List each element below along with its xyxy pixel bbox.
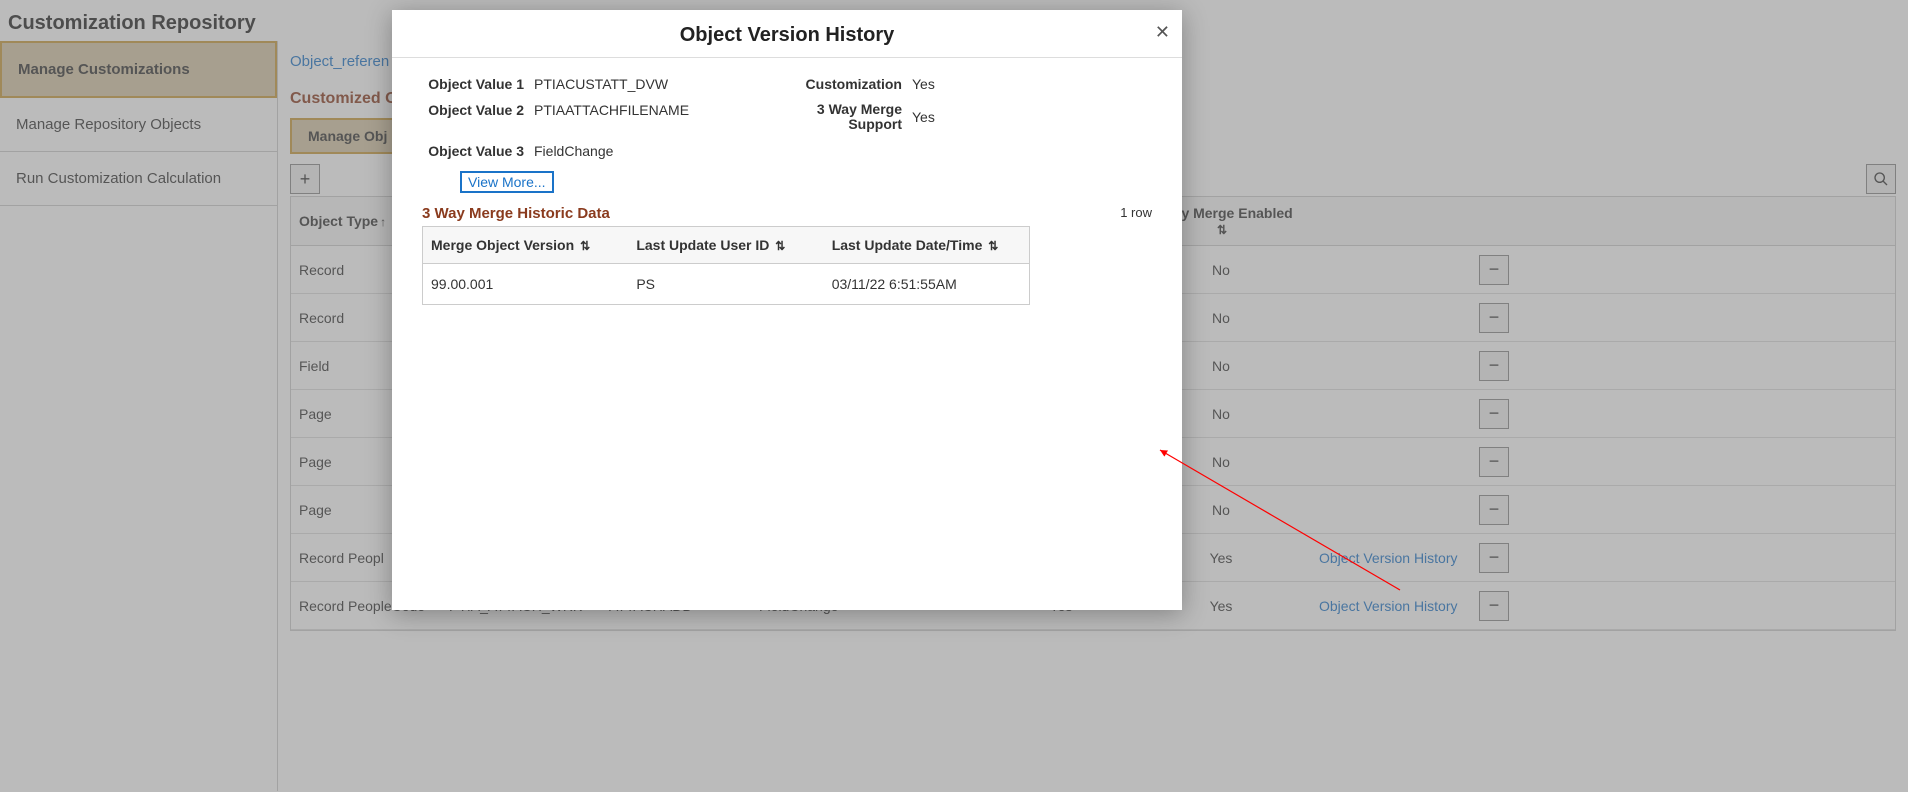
modal-close-button[interactable]: ✕	[1155, 22, 1170, 43]
merge-title-text: 3 Way Merge Historic Data	[422, 205, 610, 222]
object-value-2: PTIAATTACHFILENAME	[534, 102, 792, 133]
object-value-1-label: Object Value 1	[422, 76, 534, 92]
customization-value: Yes	[912, 76, 1152, 92]
merge-historic-title: 3 Way Merge Historic Data 1 row	[422, 205, 1152, 222]
header-label: Merge Object Version	[431, 237, 574, 253]
object-value-3-label: Object Value 3	[422, 143, 534, 159]
merge-row-count: 1 row	[1120, 205, 1152, 220]
merge-support-label: 3 Way Merge Support	[792, 102, 912, 133]
object-value-1: PTIACUSTATT_DVW	[534, 76, 792, 92]
view-more-link[interactable]: View More...	[460, 171, 554, 193]
cell-merge-datetime: 03/11/22 6:51:55AM	[824, 264, 1029, 304]
close-icon: ✕	[1155, 22, 1170, 42]
header-label: Last Update Date/Time	[832, 237, 983, 253]
sort-icon: ⇅	[775, 239, 785, 253]
modal-title: Object Version History	[680, 24, 895, 46]
merge-support-value: Yes	[912, 109, 1152, 125]
customization-label: Customization	[792, 76, 912, 92]
sort-icon: ⇅	[580, 239, 590, 253]
col-last-update-datetime[interactable]: Last Update Date/Time ⇅	[824, 227, 1029, 263]
col-last-update-user[interactable]: Last Update User ID ⇅	[628, 227, 823, 263]
col-merge-version[interactable]: Merge Object Version ⇅	[423, 227, 628, 263]
object-value-3: FieldChange	[534, 143, 792, 159]
sort-icon: ⇅	[988, 239, 998, 253]
merge-table-row: 99.00.001PS03/11/22 6:51:55AM	[423, 264, 1029, 304]
header-label: Last Update User ID	[636, 237, 769, 253]
merge-table: Merge Object Version ⇅ Last Update User …	[422, 226, 1030, 305]
object-version-history-modal: Object Version History ✕ Object Value 1 …	[392, 10, 1182, 610]
cell-merge-user: PS	[628, 264, 823, 304]
object-value-2-label: Object Value 2	[422, 102, 534, 133]
cell-merge-version: 99.00.001	[423, 264, 628, 304]
